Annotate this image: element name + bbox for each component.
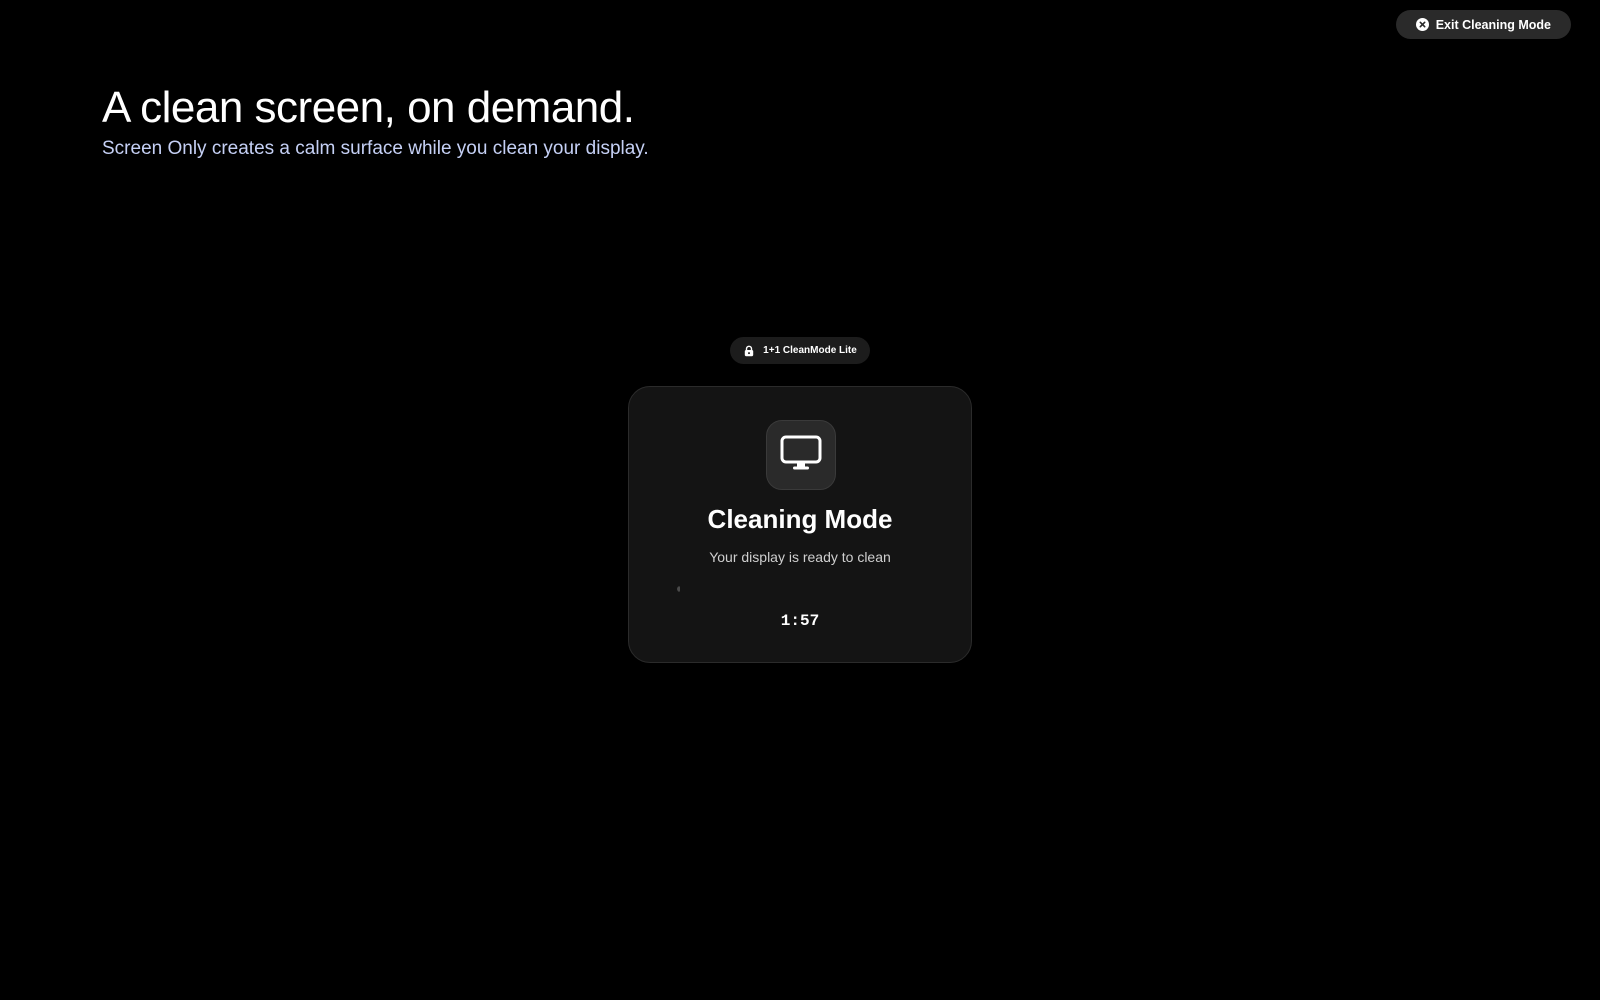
monitor-icon (780, 435, 822, 476)
cleaning-progress-fill (677, 586, 680, 592)
cleaning-progress-bar (677, 586, 923, 592)
card-subtitle: Your display is ready to clean (709, 549, 891, 565)
close-circle-icon (1415, 18, 1429, 31)
plan-badge: 1+1 CleanMode Lite (730, 337, 870, 364)
plan-badge-label: 1+1 CleanMode Lite (763, 345, 857, 356)
card-title: Cleaning Mode (707, 504, 893, 534)
lock-icon (743, 345, 755, 357)
exit-cleaning-mode-label: Exit Cleaning Mode (1435, 17, 1551, 32)
monitor-icon-tile (766, 420, 836, 490)
exit-cleaning-mode-button[interactable]: Exit Cleaning Mode (1395, 10, 1571, 39)
cleaning-mode-card: Cleaning Mode Your display is ready to c… (628, 386, 972, 663)
page-title: A clean screen, on demand. (102, 83, 635, 132)
hero: A clean screen, on demand. Screen Only c… (102, 80, 649, 162)
cleaning-mode-screen: Exit Cleaning Mode A clean screen, on de… (0, 0, 1600, 1000)
page-subtitle: Screen Only creates a calm surface while… (102, 138, 649, 159)
countdown-timer: 1:57 (780, 612, 820, 630)
